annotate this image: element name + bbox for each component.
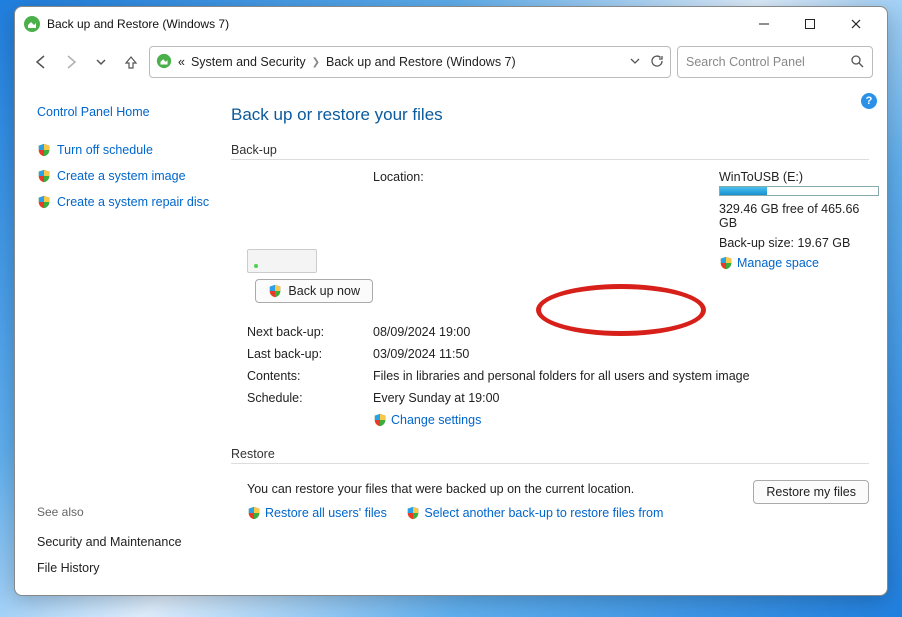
shield-icon [247,506,261,520]
sidebar: Control Panel Home Turn off schedule Cre… [15,89,225,595]
schedule-value: Every Sunday at 19:00 [373,391,869,405]
select-another-backup-link[interactable]: Select another back-up to restore files … [406,506,663,520]
see-also-heading: See also [37,505,215,519]
recent-dropdown[interactable] [89,50,113,74]
toolbar: « System and Security ❯ Back up and Rest… [15,41,887,89]
location-drive: WinToUSB (E:) [719,170,869,184]
change-settings-link[interactable]: Change settings [373,413,869,427]
window-title: Back up and Restore (Windows 7) [47,17,229,31]
disk-usage-bar [719,186,879,196]
last-backup-label: Last back-up: [247,347,373,361]
maximize-button[interactable] [787,9,833,39]
app-icon [23,15,41,33]
manage-space-link[interactable]: Manage space [719,256,819,270]
sidebar-item-label: Turn off schedule [57,143,153,157]
address-bar[interactable]: « System and Security ❯ Back up and Rest… [149,46,671,78]
breadcrumb-seg2[interactable]: Back up and Restore (Windows 7) [326,55,516,69]
search-icon [850,54,864,71]
breadcrumb-root[interactable]: « [178,55,185,69]
shield-icon [719,256,733,270]
manage-space-label: Manage space [737,256,819,270]
close-button[interactable] [833,9,879,39]
up-button[interactable] [119,50,143,74]
shield-icon [37,143,51,157]
see-also-file-history[interactable]: File History [37,561,215,575]
address-dropdown[interactable] [630,55,640,69]
help-icon[interactable]: ? [861,93,877,109]
restore-all-users-label: Restore all users' files [265,506,387,520]
restore-description: You can restore your files that were bac… [247,482,753,496]
page-title: Back up or restore your files [231,105,869,125]
disk-icon [247,249,317,273]
divider [231,463,869,464]
change-settings-label: Change settings [391,413,481,427]
shield-icon [406,506,420,520]
search-input[interactable]: Search Control Panel [677,46,873,78]
restore-section-label: Restore [231,447,869,461]
next-backup-label: Next back-up: [247,325,373,339]
sidebar-turn-off-schedule[interactable]: Turn off schedule [37,143,215,157]
shield-icon [268,284,282,298]
sidebar-item-label: Create a system repair disc [57,195,209,209]
minimize-button[interactable] [741,9,787,39]
sidebar-create-repair-disc[interactable]: Create a system repair disc [37,195,215,209]
see-also-security[interactable]: Security and Maintenance [37,535,215,549]
contents-value: Files in libraries and personal folders … [373,369,793,383]
schedule-label: Schedule: [247,391,373,405]
restore-my-files-button[interactable]: Restore my files [753,480,869,504]
search-placeholder: Search Control Panel [686,55,805,69]
window: Back up and Restore (Windows 7) « System… [14,6,888,596]
forward-button[interactable] [59,50,83,74]
location-label: Location: [373,170,719,184]
backup-now-button[interactable]: Back up now [255,279,373,303]
last-backup-value: 03/09/2024 11:50 [373,347,869,361]
next-backup-value: 08/09/2024 19:00 [373,325,869,339]
contents-label: Contents: [247,369,373,383]
backup-now-label: Back up now [288,284,360,298]
shield-icon [37,195,51,209]
control-panel-home-link[interactable]: Control Panel Home [37,105,215,119]
sidebar-item-label: Create a system image [57,169,186,183]
location-free: 329.46 GB free of 465.66 GB [719,202,869,230]
refresh-button[interactable] [650,54,664,71]
restore-all-users-link[interactable]: Restore all users' files [247,506,387,520]
sidebar-create-system-image[interactable]: Create a system image [37,169,215,183]
shield-icon [373,413,387,427]
backup-size: Back-up size: 19.67 GB [719,236,869,250]
back-button[interactable] [29,50,53,74]
restore-my-files-label: Restore my files [766,485,856,499]
main-content: Back up or restore your files Back-up Lo… [225,89,887,595]
shield-icon [37,169,51,183]
breadcrumb-icon [156,53,174,71]
titlebar: Back up and Restore (Windows 7) [15,7,887,41]
breadcrumb-seg1[interactable]: System and Security [191,55,306,69]
body: ? Control Panel Home Turn off schedule C… [15,89,887,595]
divider [231,159,869,160]
select-another-label: Select another back-up to restore files … [424,506,663,520]
chevron-right-icon: ❯ [312,57,320,68]
location-cell: WinToUSB (E:) 329.46 GB free of 465.66 G… [719,170,869,273]
window-controls [741,9,879,39]
backup-section-label: Back-up [231,143,869,157]
